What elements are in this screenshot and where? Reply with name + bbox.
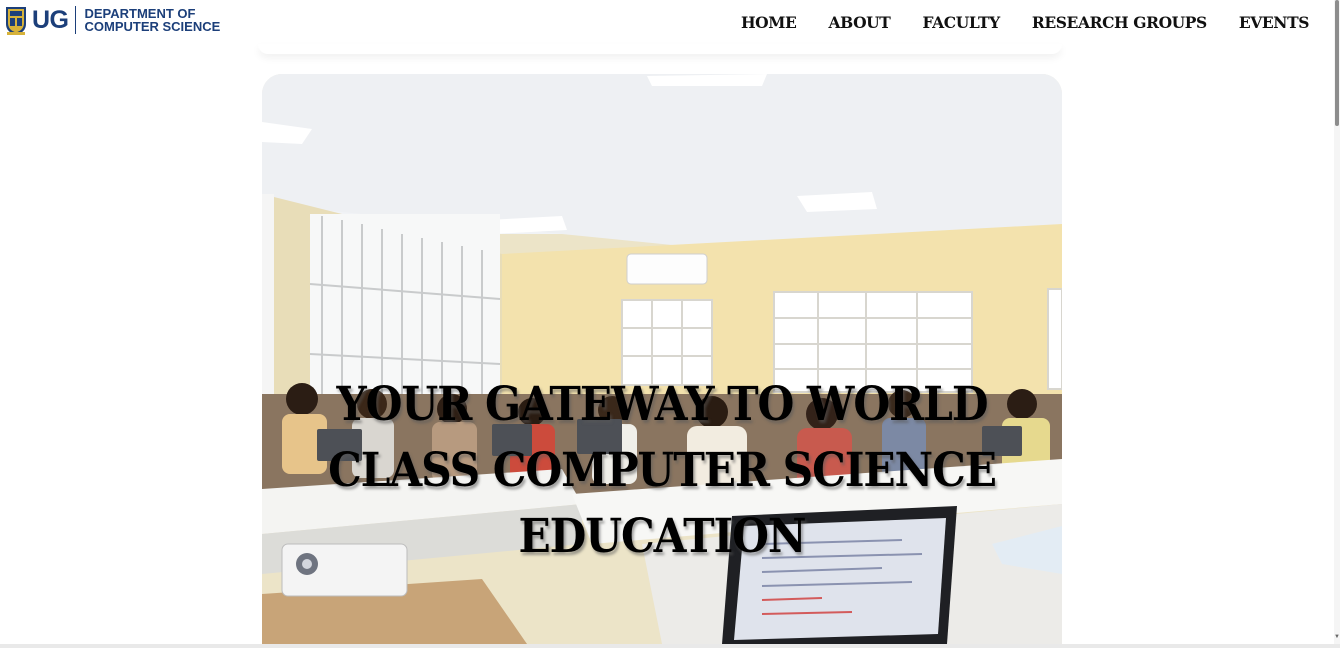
department-line-2: COMPUTER SCIENCE bbox=[84, 19, 221, 34]
nav-events[interactable]: EVENTS bbox=[1239, 13, 1310, 33]
bottom-edge bbox=[0, 644, 1340, 648]
hero-title-line-2: CLASS COMPUTER SCIENCE bbox=[328, 443, 997, 498]
header-shadow bbox=[258, 44, 1062, 54]
hero-title: YOUR GATEWAY TO WORLD CLASS COMPUTER SCI… bbox=[302, 372, 1022, 570]
logo-divider bbox=[74, 6, 76, 34]
hero-title-line-1: YOUR GATEWAY TO WORLD bbox=[336, 377, 989, 432]
nav-research-groups[interactable]: RESEARCH GROUPS bbox=[1032, 13, 1207, 33]
hero-title-line-3: EDUCATION bbox=[518, 509, 806, 564]
site-logo[interactable]: UG DEPARTMENT OF COMPUTER SCIENCE bbox=[5, 4, 220, 36]
scrollbar-thumb[interactable] bbox=[1335, 0, 1339, 126]
nav-faculty[interactable]: FACULTY bbox=[922, 13, 1000, 33]
site-header: UG DEPARTMENT OF COMPUTER SCIENCE HOME A… bbox=[0, 0, 1334, 48]
main-nav: HOME ABOUT FACULTY RESEARCH GROUPS EVENT… bbox=[709, 13, 1309, 33]
brand-short: UG bbox=[32, 6, 69, 34]
university-crest-icon bbox=[6, 7, 26, 35]
page-scrollbar[interactable]: ▼ bbox=[1334, 0, 1340, 648]
hero-banner: YOUR GATEWAY TO WORLD CLASS COMPUTER SCI… bbox=[262, 74, 1062, 644]
nav-home[interactable]: HOME bbox=[741, 13, 797, 33]
nav-about[interactable]: ABOUT bbox=[828, 13, 890, 33]
department-name: DEPARTMENT OF COMPUTER SCIENCE bbox=[85, 7, 221, 33]
scroll-down-arrow-icon[interactable]: ▼ bbox=[1334, 634, 1340, 640]
